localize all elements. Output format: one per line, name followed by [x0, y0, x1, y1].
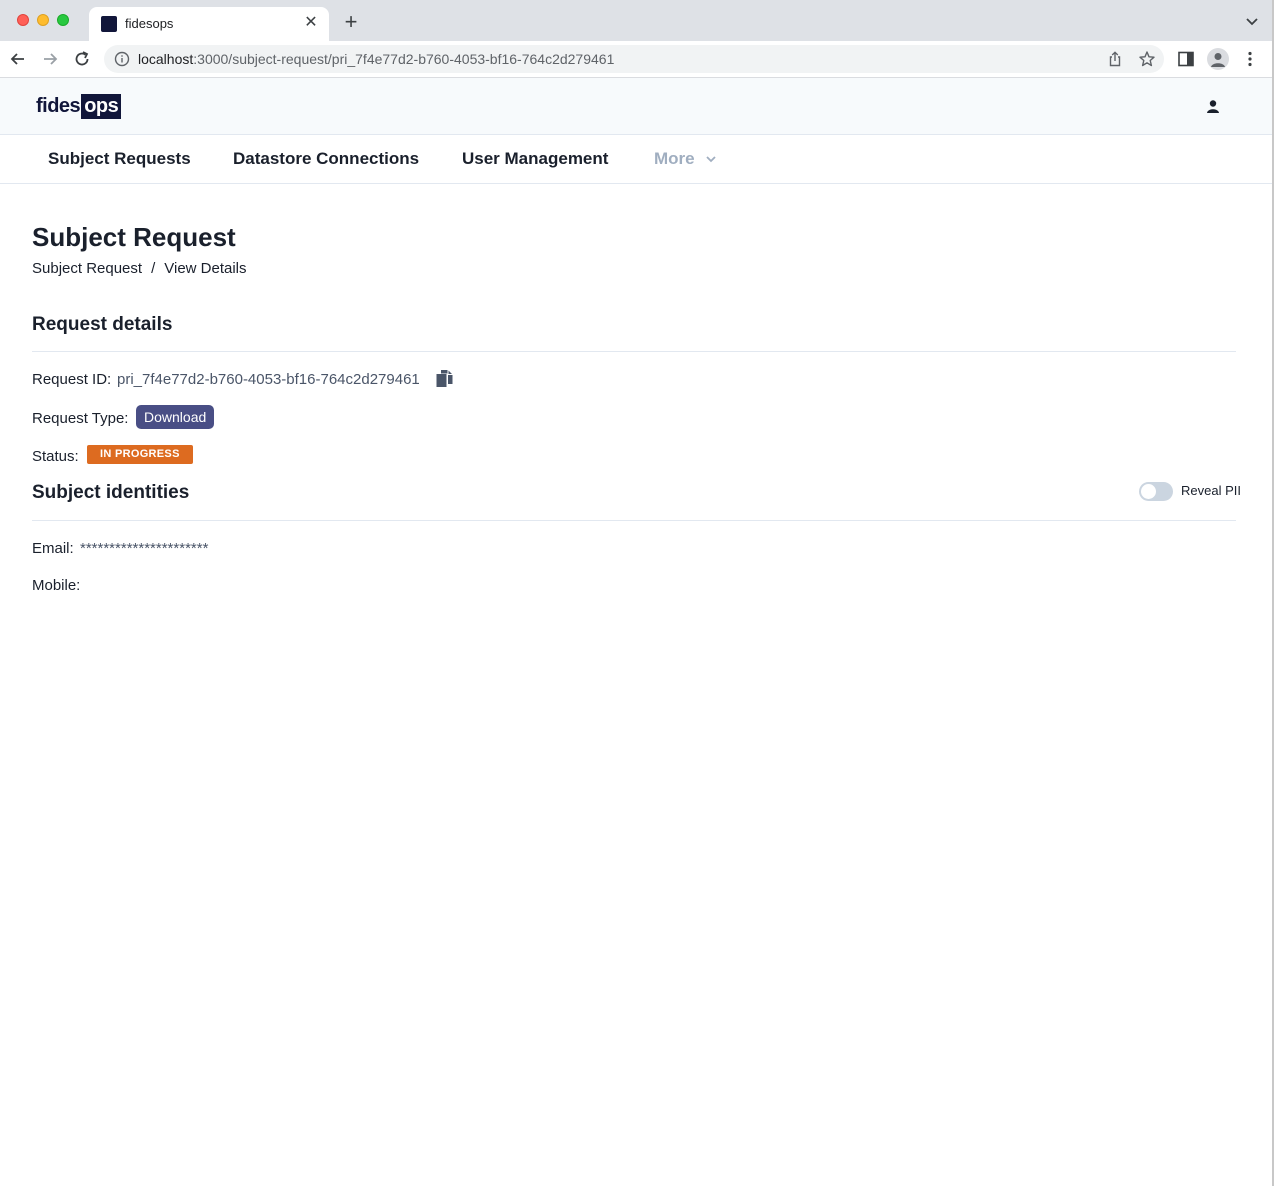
request-type-label: Request Type:: [32, 410, 129, 427]
request-type-badge: Download: [136, 405, 215, 429]
forward-arrow-icon[interactable]: [40, 49, 60, 69]
logo-text-ops: ops: [81, 93, 122, 119]
mobile-label: Mobile:: [32, 577, 81, 594]
browser-toolbar: localhost:3000/subject-request/pri_7f4e7…: [0, 41, 1274, 78]
window-maximize-button[interactable]: [57, 14, 69, 26]
request-details-heading: Request details: [32, 314, 173, 335]
reveal-pii-label: Reveal PII: [1181, 483, 1241, 498]
nav-datastore-connections[interactable]: Datastore Connections: [233, 149, 419, 169]
main-navigation: Subject Requests Datastore Connections U…: [0, 135, 1274, 184]
subject-identities-heading: Subject identities: [32, 482, 190, 503]
url-path: :3000/subject-request/pri_7f4e77d2-b760-…: [193, 51, 615, 67]
nav-subject-requests[interactable]: Subject Requests: [48, 149, 191, 169]
subject-identities-divider: [32, 520, 1236, 521]
reload-icon[interactable]: [72, 49, 92, 69]
copy-icon[interactable]: [435, 369, 454, 388]
toggle-knob: [1141, 484, 1156, 499]
logo-text-fides: fides: [36, 94, 81, 117]
request-id-value: pri_7f4e77d2-b760-4053-bf16-764c2d279461: [117, 371, 420, 388]
side-panel-icon[interactable]: [1177, 50, 1195, 68]
status-badge: IN PROGRESS: [87, 445, 193, 464]
nav-more-label: More: [654, 149, 695, 168]
nav-more-menu[interactable]: More: [654, 149, 717, 169]
tab-close-icon[interactable]: ✕: [301, 13, 321, 33]
request-id-label: Request ID:: [32, 371, 112, 388]
share-icon[interactable]: [1106, 50, 1124, 68]
browser-tab[interactable]: fidesops ✕: [89, 7, 329, 41]
window-close-button[interactable]: [17, 14, 29, 26]
chevron-down-icon: [705, 156, 716, 163]
page-title: Subject Request: [32, 222, 236, 252]
url-text: localhost:3000/subject-request/pri_7f4e7…: [138, 51, 614, 67]
reveal-pii-toggle[interactable]: [1139, 482, 1173, 501]
window-minimize-button[interactable]: [37, 14, 49, 26]
user-account-icon[interactable]: [1203, 97, 1223, 117]
breadcrumb-subject-request[interactable]: Subject Request: [32, 260, 142, 277]
tab-search-chevron-icon[interactable]: [1244, 13, 1260, 29]
browser-menu-icon[interactable]: [1242, 50, 1258, 68]
breadcrumb-view-details: View Details: [164, 260, 247, 277]
app-header: fides ops: [0, 78, 1274, 135]
favicon-icon: [101, 16, 117, 32]
fidesops-logo[interactable]: fides ops: [36, 93, 122, 119]
status-label: Status:: [32, 448, 79, 465]
breadcrumb: Subject Request / View Details: [32, 260, 247, 277]
profile-person-icon: [1211, 53, 1225, 67]
email-value: **********************: [80, 540, 209, 557]
bookmark-star-icon[interactable]: [1138, 50, 1156, 68]
back-arrow-icon[interactable]: [8, 49, 28, 69]
profile-avatar[interactable]: [1207, 48, 1229, 70]
site-info-icon[interactable]: [114, 51, 130, 67]
breadcrumb-separator: /: [151, 260, 156, 277]
email-label: Email:: [32, 540, 74, 557]
url-host: localhost: [138, 51, 194, 67]
address-bar[interactable]: localhost:3000/subject-request/pri_7f4e7…: [104, 45, 1164, 73]
browser-tab-strip: fidesops ✕ +: [0, 0, 1274, 41]
nav-user-management[interactable]: User Management: [462, 149, 608, 169]
request-details-divider: [32, 351, 1236, 352]
new-tab-button[interactable]: +: [340, 11, 362, 33]
tab-title: fidesops: [125, 16, 174, 31]
